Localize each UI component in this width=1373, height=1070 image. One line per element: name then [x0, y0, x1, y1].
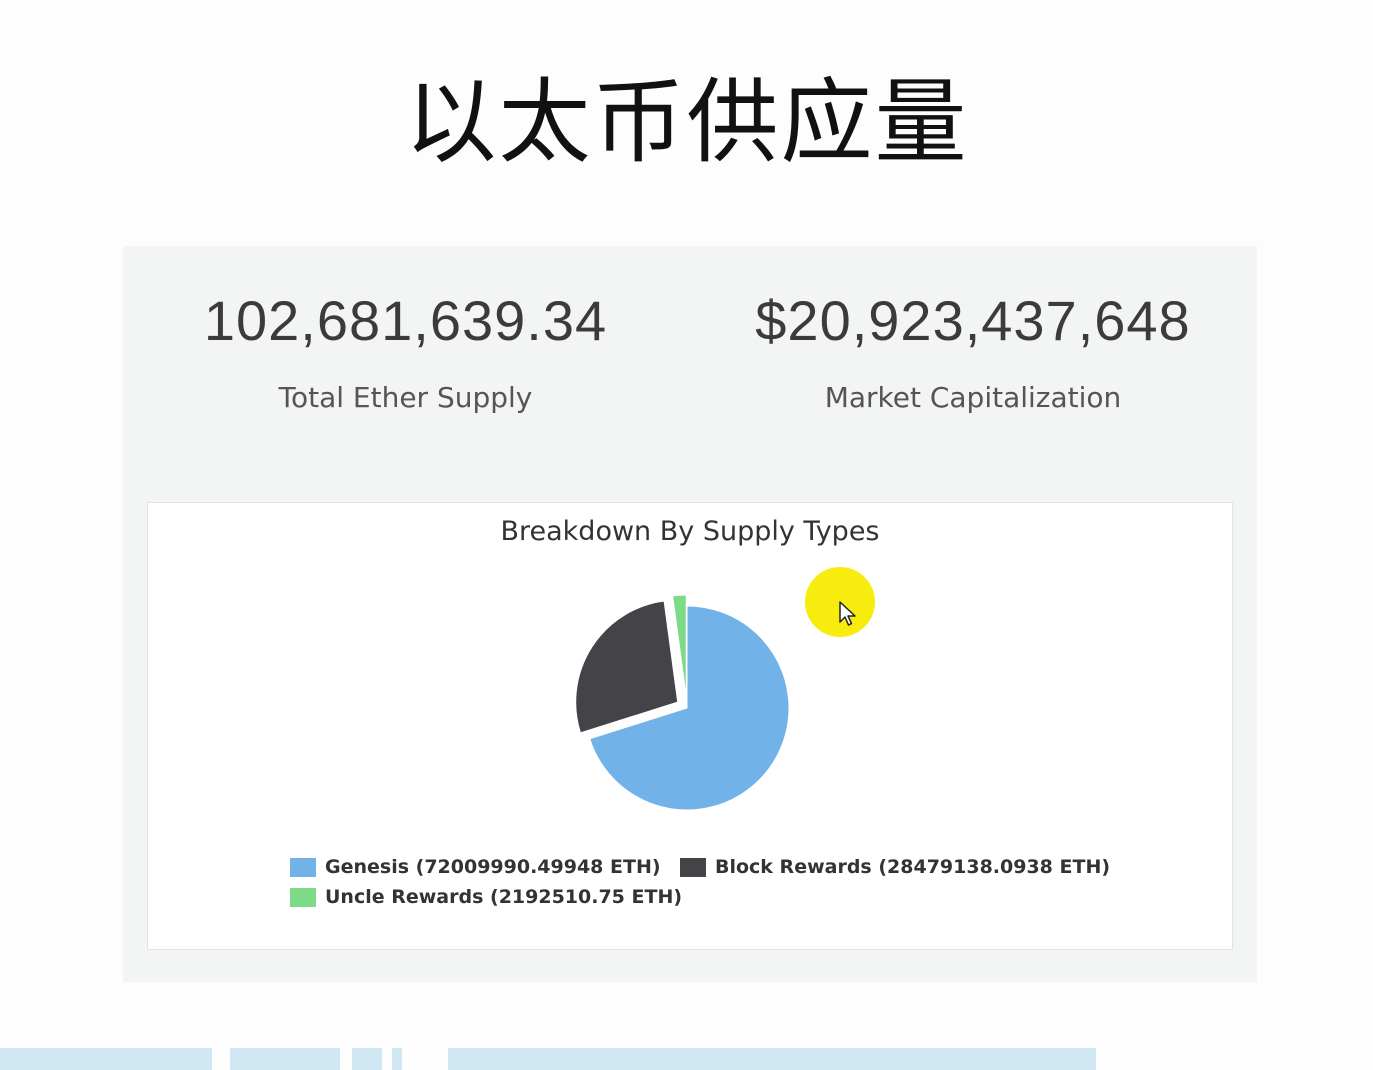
- total-supply-stat: 102,681,639.34 Total Ether Supply: [153, 286, 658, 416]
- total-supply-value: 102,681,639.34: [203, 289, 608, 352]
- pie-chart: [575, 594, 790, 811]
- legend-label-uncle-rewards: Uncle Rewards (2192510.75 ETH): [325, 886, 683, 908]
- market-cap-label: Market Capitalization: [824, 381, 1122, 414]
- strip-segment: [0, 1048, 212, 1070]
- legend-item-genesis[interactable]: Genesis (72009990.49948 ETH): [290, 855, 661, 879]
- legend-swatch-block-rewards: [680, 857, 706, 877]
- strip-segment: [230, 1048, 340, 1070]
- pie-slice-block-rewards[interactable]: [575, 600, 679, 734]
- legend-label-genesis: Genesis (72009990.49948 ETH): [325, 856, 661, 878]
- legend-swatch-uncle-rewards: [290, 887, 316, 907]
- legend-label-block-rewards: Block Rewards (28479138.0938 ETH): [715, 856, 1111, 878]
- market-cap-value: $20,923,437,648: [755, 289, 1191, 352]
- video-player-bar: [0, 1044, 1373, 1070]
- strip-segment: [352, 1048, 382, 1070]
- supply-panel: 102,681,639.34 Total Ether Supply $20,92…: [123, 246, 1257, 982]
- market-cap-stat: $20,923,437,648 Market Capitalization: [718, 286, 1228, 416]
- legend-swatch-genesis: [290, 857, 316, 877]
- supply-breakdown-chart: Breakdown By Supply Types Genesis (72009…: [147, 502, 1233, 950]
- strip-segment: [392, 1048, 402, 1070]
- mouse-pointer-icon: [839, 601, 856, 626]
- strip-segment: [448, 1048, 1096, 1070]
- legend-item-block-rewards[interactable]: Block Rewards (28479138.0938 ETH): [680, 855, 1110, 879]
- slide-title: 以太币供应量: [404, 69, 969, 176]
- slide: 以太币供应量 102,681,639.34 Total Ether Supply…: [0, 0, 1373, 1070]
- total-supply-label: Total Ether Supply: [278, 381, 533, 414]
- legend-item-uncle-rewards[interactable]: Uncle Rewards (2192510.75 ETH): [290, 885, 682, 909]
